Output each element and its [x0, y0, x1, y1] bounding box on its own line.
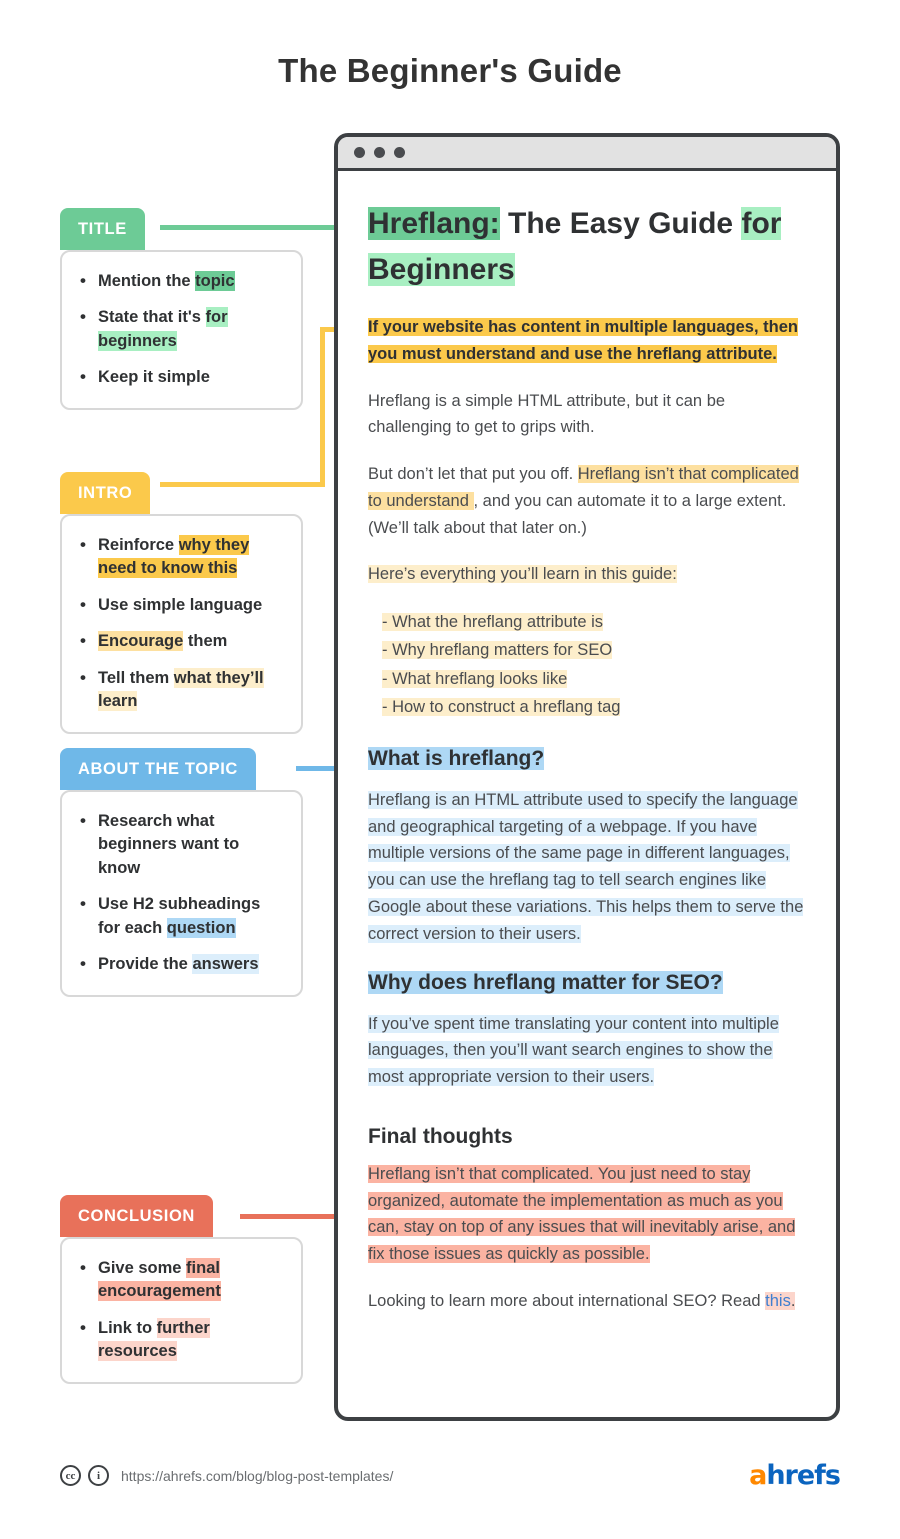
- article-h2-why-hreflang-matters: Why does hreflang matter for SEO?: [368, 967, 808, 999]
- annotation-card-about: Research what beginners want to know Use…: [60, 790, 303, 997]
- list-item: Reinforce why they need to know this: [76, 533, 285, 581]
- list-item: Give some final encouragement: [76, 1256, 285, 1304]
- article-lead-text: If your website has content in multiple …: [368, 318, 798, 363]
- article-lead-in: Here’s everything you’ll learn in this g…: [368, 561, 808, 588]
- h2-text: Why does hreflang matter for SEO?: [368, 971, 723, 995]
- article-paragraph-2: But don’t let that put you off. Hreflang…: [368, 461, 808, 541]
- section-1-text: Hreflang is an HTML attribute used to sp…: [368, 790, 804, 943]
- outro-after: .: [790, 1291, 796, 1310]
- annotation-card-about-list: Research what beginners want to know Use…: [76, 809, 285, 977]
- annotation-card-conclusion-list: Give some final encouragement Link to fu…: [76, 1256, 285, 1364]
- paragraph-2-before: But don’t let that put you off.: [368, 465, 578, 484]
- ahrefs-logo: ahrefs: [749, 1460, 841, 1491]
- annotation-tag-about: ABOUT THE TOPIC: [60, 748, 256, 790]
- headline-highlight-primary: Hreflang:: [368, 207, 500, 240]
- page-title: The Beginner's Guide: [278, 52, 622, 89]
- toc-item: - How to construct a hreflang tag: [382, 698, 621, 717]
- article-h2-final-thoughts: Final thoughts: [368, 1124, 513, 1148]
- article-paragraph-1: Hreflang is a simple HTML attribute, but…: [368, 391, 726, 437]
- toc-row: - Why hreflang matters for SEO: [382, 636, 808, 664]
- article-section-2: If you’ve spent time translating your co…: [368, 1011, 808, 1091]
- item-plain: Mention the: [98, 272, 196, 290]
- toc-row: - How to construct a hreflang tag: [382, 693, 808, 721]
- article-headline: Hreflang: The Easy Guide for Beginners: [368, 201, 808, 292]
- footer: cc i https://ahrefs.com/blog/blog-post-t…: [60, 1460, 841, 1491]
- logo-text: hrefs: [766, 1460, 841, 1491]
- item-plain: Research what beginners want to know: [98, 812, 240, 877]
- window-maximize-icon[interactable]: [394, 147, 405, 158]
- headline-plain: The Easy Guide: [499, 207, 734, 240]
- section-2-text: If you’ve spent time translating your co…: [368, 1014, 779, 1087]
- article-toc: - What the hreflang attribute is - Why h…: [382, 608, 808, 722]
- attribution-icon: i: [88, 1465, 109, 1486]
- connector-intro-horiz-bottom: [160, 482, 325, 487]
- list-item: Use simple language: [76, 593, 285, 618]
- item-plain: Reinforce: [98, 536, 179, 554]
- item-plain: Use simple language: [98, 595, 263, 614]
- item-mark: answers: [192, 954, 259, 975]
- article-lead: If your website has content in multiple …: [368, 314, 808, 367]
- toc-item: - Why hreflang matters for SEO: [382, 641, 613, 660]
- logo-letter-a: a: [749, 1460, 767, 1491]
- item-plain: Tell them: [98, 668, 174, 687]
- annotation-tag-conclusion-label: CONCLUSION: [78, 1206, 195, 1225]
- window-minimize-icon[interactable]: [374, 147, 385, 158]
- list-item: Use H2 subheadings for each question: [76, 892, 285, 940]
- toc-row: - What the hreflang attribute is: [382, 608, 808, 636]
- article-content: Hreflang: The Easy Guide for Beginners I…: [338, 171, 836, 1355]
- license-icons: cc i: [60, 1465, 109, 1486]
- creative-commons-icon: cc: [60, 1465, 81, 1486]
- annotation-tag-intro: INTRO: [60, 472, 151, 514]
- list-item: Tell them what they’ll learn: [76, 666, 285, 714]
- conclusion-text: Hreflang isn’t that complicated. You jus…: [368, 1164, 796, 1264]
- article-conclusion: Hreflang isn’t that complicated. You jus…: [368, 1161, 808, 1268]
- toc-item: - What hreflang looks like: [382, 669, 568, 688]
- item-mark: Encourage: [98, 631, 184, 652]
- item-mark: topic: [195, 271, 235, 291]
- window-close-icon[interactable]: [354, 147, 365, 158]
- connector-title-line: [160, 225, 360, 230]
- lead-in-text: Here’s everything you’ll learn in this g…: [368, 565, 677, 584]
- annotation-tag-title: TITLE: [60, 208, 145, 250]
- outro-before: Looking to learn more about internationa…: [368, 1291, 766, 1310]
- list-item: Mention the topic: [76, 269, 285, 294]
- article-section-1: Hreflang is an HTML attribute used to sp…: [368, 787, 808, 947]
- list-item: Link to further resources: [76, 1316, 285, 1364]
- item-plain: Link to: [98, 1318, 157, 1337]
- item-plain: Provide the: [98, 955, 193, 974]
- list-item: Encourage them: [76, 629, 285, 654]
- browser-title-bar: [338, 137, 836, 171]
- toc-row: - What hreflang looks like: [382, 665, 808, 693]
- toc-item: - What the hreflang attribute is: [382, 612, 604, 631]
- item-plain: Give some: [98, 1259, 187, 1277]
- browser-mockup: Hreflang: The Easy Guide for Beginners I…: [334, 133, 840, 1421]
- annotation-card-intro-list: Reinforce why they need to know this Use…: [76, 533, 285, 714]
- annotation-card-intro: Reinforce why they need to know this Use…: [60, 514, 303, 734]
- annotation-tag-intro-label: INTRO: [78, 483, 133, 502]
- source-url[interactable]: https://ahrefs.com/blog/blog-post-templa…: [121, 1468, 393, 1484]
- list-item: Research what beginners want to know: [76, 809, 285, 880]
- article-outro: Looking to learn more about internationa…: [368, 1288, 808, 1315]
- annotation-tag-about-label: ABOUT THE TOPIC: [78, 759, 238, 778]
- h2-text: What is hreflang?: [368, 747, 545, 771]
- connector-intro-vert: [320, 327, 325, 487]
- item-tail: them: [183, 632, 228, 651]
- list-item: Provide the answers: [76, 952, 285, 977]
- outro-link[interactable]: this: [765, 1291, 791, 1310]
- annotation-card-conclusion: Give some final encouragement Link to fu…: [60, 1237, 303, 1384]
- item-mark: question: [166, 917, 236, 938]
- article-h2-what-is-hreflang: What is hreflang?: [368, 743, 808, 775]
- annotation-tag-conclusion: CONCLUSION: [60, 1195, 213, 1237]
- annotation-tag-title-label: TITLE: [78, 219, 127, 238]
